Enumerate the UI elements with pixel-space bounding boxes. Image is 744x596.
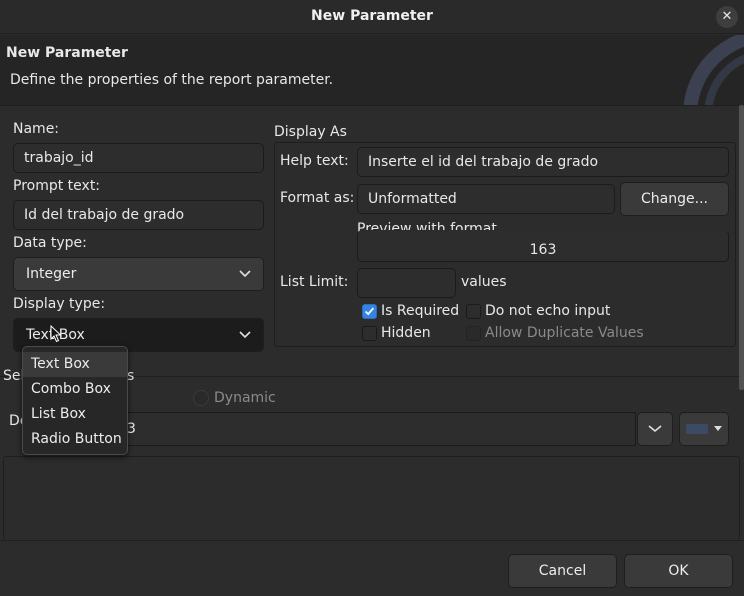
hidden-checkbox[interactable] — [362, 326, 377, 341]
do-not-echo-label: Do not echo input — [485, 303, 611, 319]
banner-description: Define the properties of the report para… — [10, 72, 334, 88]
expression-icon — [686, 424, 708, 434]
mouse-cursor-icon — [50, 325, 62, 343]
do-not-echo-checkbox[interactable] — [466, 304, 481, 319]
data-type-label: Data type: — [13, 235, 87, 251]
selection-lower-area — [3, 456, 740, 540]
format-as-label: Format as: — [280, 190, 355, 206]
data-type-select[interactable]: Integer — [13, 257, 264, 291]
prompt-text-field[interactable]: Id del trabajo de grado — [13, 200, 264, 230]
preview-value: 163 — [357, 230, 729, 262]
change-format-button[interactable]: Change... — [620, 182, 729, 216]
banner-title: New Parameter — [6, 45, 128, 61]
caret-down-icon — [714, 426, 722, 431]
name-field[interactable]: trabajo_id — [13, 143, 264, 173]
menu-item-radio-button[interactable]: Radio Button — [23, 427, 127, 452]
close-icon[interactable]: ✕ — [716, 6, 738, 28]
data-type-value: Integer — [26, 266, 77, 282]
allow-duplicates-label: Allow Duplicate Values — [485, 325, 644, 341]
header-banner: New Parameter Define the properties of t… — [0, 35, 744, 105]
help-text-field[interactable]: Inserte el id del trabajo de grado — [357, 147, 729, 177]
display-type-dropdown-menu: Text Box Combo Box List Box Radio Button — [22, 346, 128, 455]
check-icon — [364, 307, 375, 316]
help-text-label: Help text: — [280, 153, 349, 169]
prompt-text-label: Prompt text: — [13, 178, 101, 194]
vertical-scrollbar[interactable] — [739, 105, 744, 390]
banner-separator — [0, 105, 744, 106]
default-value-dropdown-button[interactable] — [637, 412, 673, 446]
selection-label-tail: s — [127, 368, 135, 384]
dynamic-radio[interactable] — [193, 390, 209, 406]
menu-item-combo-box[interactable]: Combo Box — [23, 377, 127, 402]
menu-item-text-box[interactable]: Text Box — [23, 352, 127, 377]
list-limit-input[interactable] — [357, 268, 456, 298]
window-title: New Parameter — [311, 8, 433, 24]
expression-builder-button[interactable] — [679, 412, 729, 446]
chevron-down-icon — [648, 425, 662, 433]
new-parameter-dialog: New Parameter ✕ New Parameter Define the… — [0, 0, 744, 596]
name-label: Name: — [13, 121, 60, 137]
display-as-title: Display As — [274, 124, 347, 140]
chevron-down-icon — [239, 331, 251, 339]
cancel-button[interactable]: Cancel — [508, 554, 617, 588]
display-type-label: Display type: — [13, 296, 106, 312]
chevron-down-icon — [239, 270, 251, 278]
banner-decoration-icon — [683, 35, 744, 105]
is-required-label: Is Required — [381, 303, 460, 319]
format-as-field: Unformatted — [357, 184, 615, 214]
list-limit-label: List Limit: — [280, 274, 349, 290]
title-bar: New Parameter ✕ — [0, 0, 744, 34]
menu-item-list-box[interactable]: List Box — [23, 402, 127, 427]
allow-duplicates-checkbox — [466, 326, 481, 341]
ok-button[interactable]: OK — [624, 554, 733, 588]
hidden-label: Hidden — [381, 325, 431, 341]
default-value-field[interactable]: 3 — [40, 412, 636, 446]
dynamic-label: Dynamic — [214, 390, 276, 406]
footer-separator — [0, 540, 744, 541]
default-value-fragment: 3 — [127, 421, 136, 437]
values-label: values — [461, 274, 507, 290]
is-required-checkbox[interactable] — [362, 304, 377, 319]
